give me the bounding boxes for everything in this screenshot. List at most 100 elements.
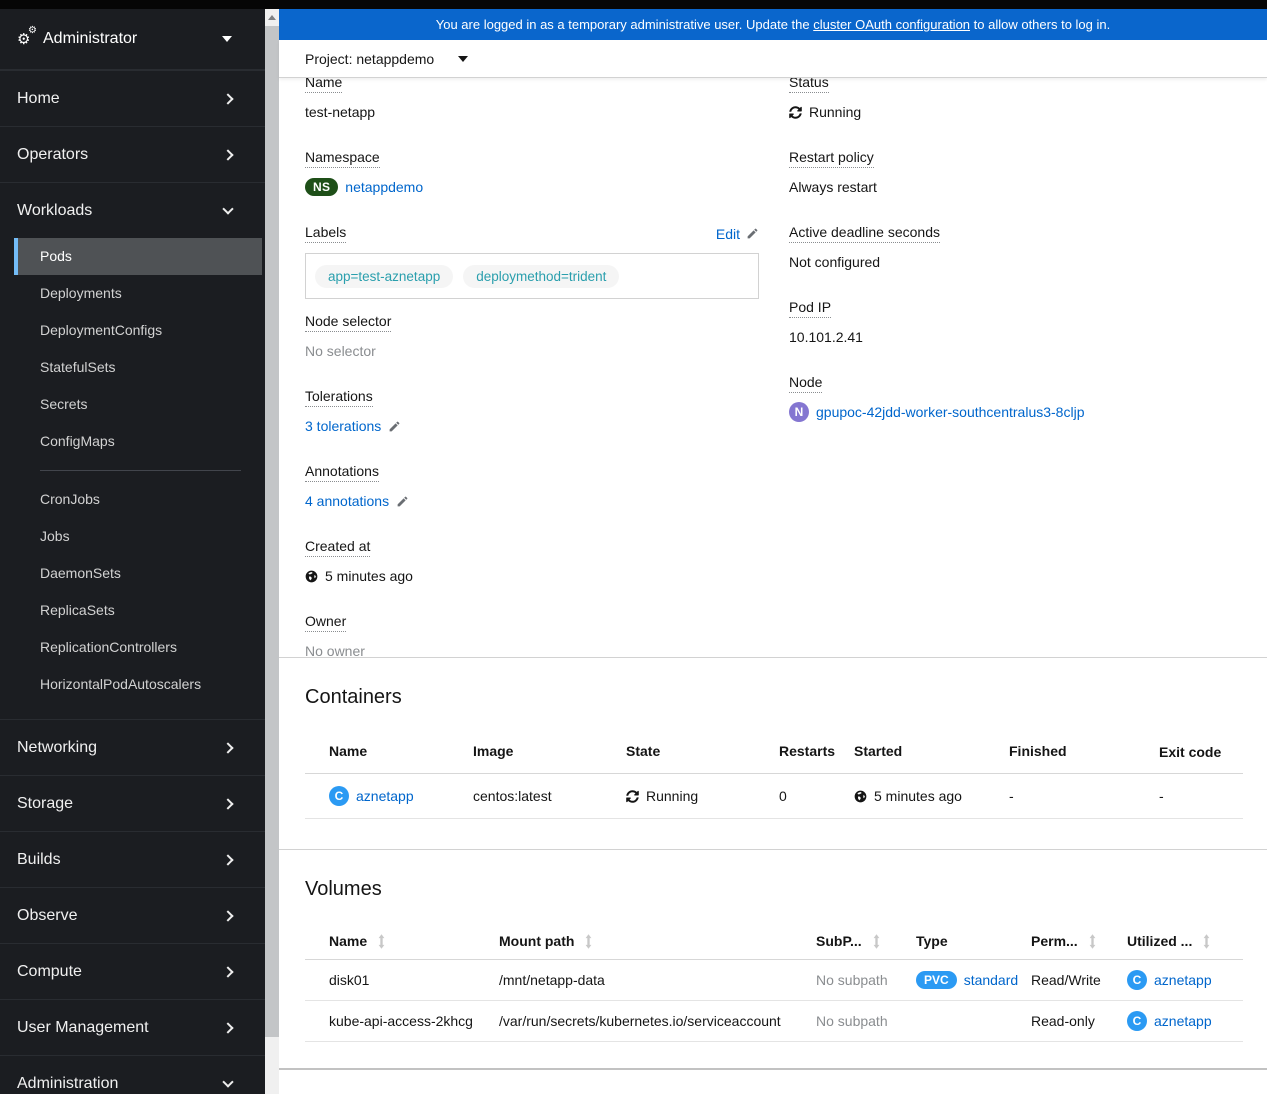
sort-icon[interactable]	[377, 933, 386, 949]
sidebar-item-statefulsets[interactable]: StatefulSets	[14, 349, 265, 386]
globe-timestamp-icon	[854, 790, 867, 802]
namespace-link[interactable]: netappdemo	[345, 179, 423, 195]
restart-policy-value: Always restart	[789, 179, 877, 195]
node-label: Node	[789, 374, 823, 393]
sidebar-item-user-management[interactable]: User Management	[0, 999, 265, 1055]
field-active-deadline-seconds: Active deadline seconds Not configured	[789, 224, 1243, 272]
pvc-badge: PVC	[916, 971, 957, 989]
openshift-console-page: ⚙ ⚙ Administrator Home Operators Workload…	[0, 0, 1267, 1094]
container-row: C aznetapp centos:latest Running 0 5 min…	[305, 774, 1243, 819]
perspective-switcher[interactable]: ⚙ ⚙ Administrator	[0, 9, 265, 70]
volume-row: kube-api-access-2khcg /var/run/secrets/k…	[305, 1001, 1243, 1042]
field-namespace: Namespace NS netappdemo	[305, 149, 759, 197]
column-header-started: Started	[854, 743, 903, 759]
scrollbar-up-button[interactable]	[265, 9, 279, 26]
field-restart-policy: Restart policy Always restart	[789, 149, 1243, 197]
sync-running-icon	[789, 105, 802, 119]
sidebar-item-replicationcontrollers[interactable]: ReplicationControllers	[14, 629, 265, 666]
sidebar-item-label: Administration	[17, 1074, 119, 1092]
chevron-down-icon	[222, 1076, 234, 1088]
sort-icon[interactable]	[1088, 933, 1097, 949]
edit-labels-button[interactable]: Edit	[716, 226, 759, 242]
subnav-divider	[40, 470, 241, 471]
container-exit-code: -	[1159, 788, 1164, 804]
column-header-restarts: Restarts	[779, 743, 836, 759]
node-link[interactable]: gpupoc-42jdd-worker-southcentralus3-8clj…	[816, 404, 1084, 420]
column-header-type[interactable]: Type	[892, 923, 1007, 959]
chevron-down-icon	[222, 203, 234, 215]
field-tolerations: Tolerations 3 tolerations	[305, 388, 759, 436]
created-at-value: 5 minutes ago	[325, 568, 413, 584]
sidebar-item-replicasets[interactable]: ReplicaSets	[14, 592, 265, 629]
containers-title: Containers	[305, 686, 402, 708]
cluster-oauth-configuration-link[interactable]: cluster OAuth configuration	[813, 17, 970, 32]
column-header-finished: Finished	[1009, 743, 1067, 759]
sidebar-item-administration[interactable]: Administration	[0, 1055, 265, 1094]
sidebar-item-deployments[interactable]: Deployments	[14, 275, 265, 312]
chevron-right-icon	[222, 92, 234, 105]
sidebar-item-pods[interactable]: Pods	[14, 238, 262, 275]
pencil-icon[interactable]	[396, 495, 409, 508]
sidebar-item-jobs[interactable]: Jobs	[14, 518, 265, 555]
pod-ip-value: 10.101.2.41	[789, 329, 863, 345]
globe-timestamp-icon	[305, 570, 318, 582]
sidebar-item-networking[interactable]: Networking	[0, 719, 265, 775]
pod-name-value: test-netapp	[305, 104, 376, 120]
column-header-mount-path[interactable]: Mount path	[475, 923, 792, 959]
container-state: Running	[646, 788, 699, 804]
tolerations-link[interactable]: 3 tolerations	[305, 418, 381, 434]
column-header-subpath[interactable]: SubP...	[792, 923, 892, 959]
sidebar-item-cronjobs[interactable]: CronJobs	[14, 481, 265, 518]
column-header-name: Name	[329, 743, 368, 759]
column-header-exit-code: Exit code	[1159, 744, 1222, 760]
sort-icon[interactable]	[1202, 933, 1211, 949]
sort-icon[interactable]	[584, 933, 593, 949]
label-chip[interactable]: deploymethod=trident	[463, 264, 620, 288]
sidebar-item-storage[interactable]: Storage	[0, 775, 265, 831]
volumes-section: Volumes Name Mount path SubP... Type Per…	[279, 850, 1267, 1070]
scrollbar-thumb[interactable]	[265, 26, 279, 1037]
pencil-icon[interactable]	[388, 420, 401, 433]
banner-text-suffix: to allow others to log in.	[970, 17, 1111, 32]
container-badge: C	[329, 786, 349, 806]
container-name-link[interactable]: aznetapp	[356, 788, 414, 804]
namespace-badge: NS	[305, 178, 339, 196]
top-strip	[0, 0, 1267, 9]
column-header-utilized-by[interactable]: Utilized ...	[1103, 923, 1243, 959]
field-pod-ip: Pod IP 10.101.2.41	[789, 299, 1243, 347]
sidebar-item-secrets[interactable]: Secrets	[14, 386, 265, 423]
sort-icon[interactable]	[872, 933, 881, 949]
sidebar-item-builds[interactable]: Builds	[0, 831, 265, 887]
sidebar-item-label: Builds	[17, 850, 61, 868]
main-content: You are logged in as a temporary adminis…	[279, 9, 1267, 1094]
scrollbar-up-arrow-icon	[268, 15, 276, 20]
project-selector[interactable]: Project: netappdemo	[305, 40, 469, 77]
sidebar-item-label: Networking	[17, 738, 98, 756]
sidebar-item-deploymentconfigs[interactable]: DeploymentConfigs	[14, 312, 265, 349]
volume-utilized-by-link[interactable]: aznetapp	[1154, 972, 1212, 988]
containers-table-header: Name Image State Restarts Started Finish…	[305, 731, 1243, 774]
node-badge: N	[789, 402, 809, 422]
field-annotations: Annotations 4 annotations	[305, 463, 759, 511]
sidebar-item-label: Storage	[17, 794, 74, 812]
active-deadline-seconds-label: Active deadline seconds	[789, 224, 940, 243]
temp-admin-banner: You are logged in as a temporary adminis…	[279, 9, 1267, 40]
page-scrollbar[interactable]	[265, 9, 279, 1094]
annotations-link[interactable]: 4 annotations	[305, 493, 389, 509]
sidebar-item-compute[interactable]: Compute	[0, 943, 265, 999]
restart-policy-label: Restart policy	[789, 149, 874, 168]
volume-mount-path: /mnt/netapp-data	[499, 972, 605, 988]
sidebar-item-workloads[interactable]: Workloads	[0, 182, 265, 238]
volume-utilized-by-link[interactable]: aznetapp	[1154, 1013, 1212, 1029]
volume-subpath: No subpath	[816, 1013, 888, 1029]
sidebar-item-home[interactable]: Home	[0, 70, 265, 126]
sidebar-item-configmaps[interactable]: ConfigMaps	[14, 423, 265, 460]
label-chip[interactable]: app=test-aznetapp	[315, 264, 454, 288]
column-header-name[interactable]: Name	[305, 923, 475, 959]
sidebar-item-horizontalpodautoscalers[interactable]: HorizontalPodAutoscalers	[14, 666, 265, 703]
column-header-permissions[interactable]: Perm...	[1007, 923, 1103, 959]
sidebar-item-daemonsets[interactable]: DaemonSets	[14, 555, 265, 592]
sidebar-item-observe[interactable]: Observe	[0, 887, 265, 943]
field-status: Status Running	[789, 78, 1243, 122]
sidebar-item-operators[interactable]: Operators	[0, 126, 265, 182]
